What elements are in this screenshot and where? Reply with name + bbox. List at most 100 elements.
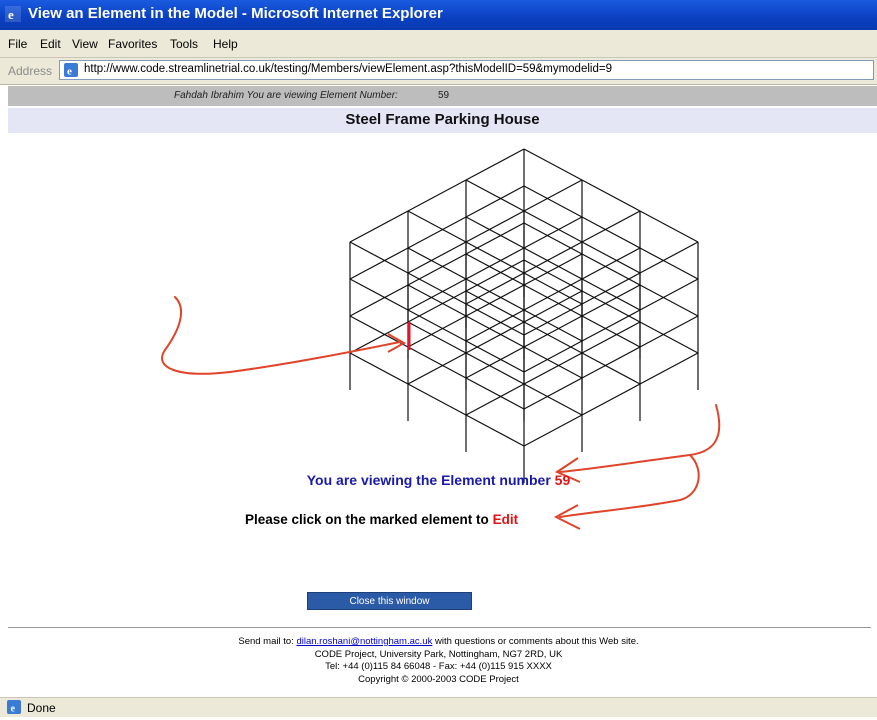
frame-member (523, 185, 583, 218)
frame-member (523, 253, 583, 286)
frame-member (465, 284, 525, 317)
frame-member (465, 179, 525, 212)
address-url: http://www.code.streamlinetrial.co.uk/te… (84, 63, 612, 75)
frame-member (349, 210, 409, 243)
window-titlebar: e View an Element in the Model - Microso… (0, 0, 877, 30)
status-page-icon: e (7, 700, 21, 714)
frame-member (523, 272, 583, 305)
frame-member (581, 352, 641, 385)
frame-member (407, 216, 467, 249)
menu-help[interactable]: Help (213, 37, 238, 51)
frame-member (465, 185, 525, 218)
frame-member (581, 278, 641, 311)
frame-member (465, 377, 525, 410)
menu-edit[interactable]: Edit (40, 37, 61, 51)
menu-tools[interactable]: Tools (170, 37, 198, 51)
frame-member (581, 253, 641, 286)
frame-member (523, 278, 583, 311)
frame-member (465, 278, 525, 311)
viewer-info-bar: Fahdah Ibrahim You are viewing Element N… (8, 86, 877, 106)
frame-member (465, 272, 525, 305)
page-header: Steel Frame Parking House (8, 108, 877, 133)
frame-member (581, 272, 641, 305)
frame-member (465, 340, 525, 373)
frame-member (581, 284, 641, 317)
page-footer: Send mail to: dilan.roshani@nottingham.a… (0, 636, 877, 686)
close-window-button[interactable]: Close this window (307, 592, 472, 610)
frame-member (581, 241, 641, 274)
frame-member (407, 315, 467, 348)
address-input[interactable]: e http://www.code.streamlinetrial.co.uk/… (59, 60, 874, 80)
frame-member (581, 179, 641, 212)
frame-member (407, 346, 467, 379)
frame-member (523, 346, 583, 379)
frame-member (639, 210, 699, 243)
page-title: Steel Frame Parking House (345, 111, 540, 128)
status-text: Done (27, 701, 56, 715)
frame-member (407, 309, 467, 342)
status-bar: e Done (0, 697, 877, 717)
frame-member (581, 383, 641, 416)
frame-member (639, 247, 699, 280)
edit-link[interactable]: Edit (493, 512, 519, 527)
frame-member (407, 383, 467, 416)
frame-member (523, 222, 583, 255)
frame-member (407, 284, 467, 317)
frame-member (523, 247, 583, 280)
footer-mail-suffix: with questions or comments about this We… (434, 636, 639, 647)
frame-member (523, 340, 583, 373)
menu-bar: File Edit View Favorites Tools Help (0, 30, 877, 58)
footer-mail-line: Send mail to: dilan.roshani@nottingham.a… (0, 636, 877, 649)
frame-member (639, 278, 699, 311)
frame-member (523, 284, 583, 317)
frame-member (523, 290, 583, 323)
frame-member (523, 309, 583, 342)
frame-member (407, 290, 467, 323)
viewing-message: You are viewing the Element number 59 (0, 472, 877, 488)
frame-member (581, 247, 641, 280)
frame-member (407, 278, 467, 311)
frame-member (465, 148, 525, 181)
page-icon: e (64, 63, 78, 78)
frame-member (349, 284, 409, 317)
frame-member (465, 210, 525, 243)
frame-member (581, 290, 641, 323)
svg-text:e: e (8, 7, 14, 22)
frame-member (465, 315, 525, 348)
window-title: View an Element in the Model - Microsoft… (28, 5, 443, 22)
frame-member (581, 309, 641, 342)
frame-member (465, 352, 525, 385)
frame-member (349, 321, 409, 354)
frame-member (407, 321, 467, 354)
menu-file[interactable]: File (8, 37, 27, 51)
frame-member (465, 216, 525, 249)
frame-member (639, 315, 699, 348)
frame-member (581, 346, 641, 379)
frame-member (407, 272, 467, 305)
frame-member (465, 414, 525, 447)
footer-mail-link[interactable]: dilan.roshani@nottingham.ac.uk (296, 636, 432, 647)
frame-member (465, 290, 525, 323)
annotation-arrow-right (559, 404, 721, 473)
frame-member (407, 210, 467, 243)
frame-member (349, 241, 409, 274)
frame-member (581, 321, 641, 354)
frame-member (465, 321, 525, 354)
frame-member (523, 210, 583, 243)
frame-member (523, 241, 583, 274)
menu-favorites[interactable]: Favorites (108, 37, 157, 51)
viewing-prefix: You are viewing the Element number (306, 472, 551, 488)
annotation-arrowhead-left (387, 333, 407, 353)
frame-member (407, 253, 467, 286)
frame-member (523, 315, 583, 348)
frame-member (349, 247, 409, 280)
frame-member (465, 346, 525, 379)
frame-member (465, 309, 525, 342)
frame-member (523, 352, 583, 385)
footer-address: CODE Project, University Park, Nottingha… (314, 648, 563, 660)
footer-divider (8, 627, 871, 628)
menu-view[interactable]: View (72, 37, 98, 51)
frame-wireframe (349, 148, 699, 483)
frame-member (465, 247, 525, 280)
frame-member (523, 216, 583, 249)
